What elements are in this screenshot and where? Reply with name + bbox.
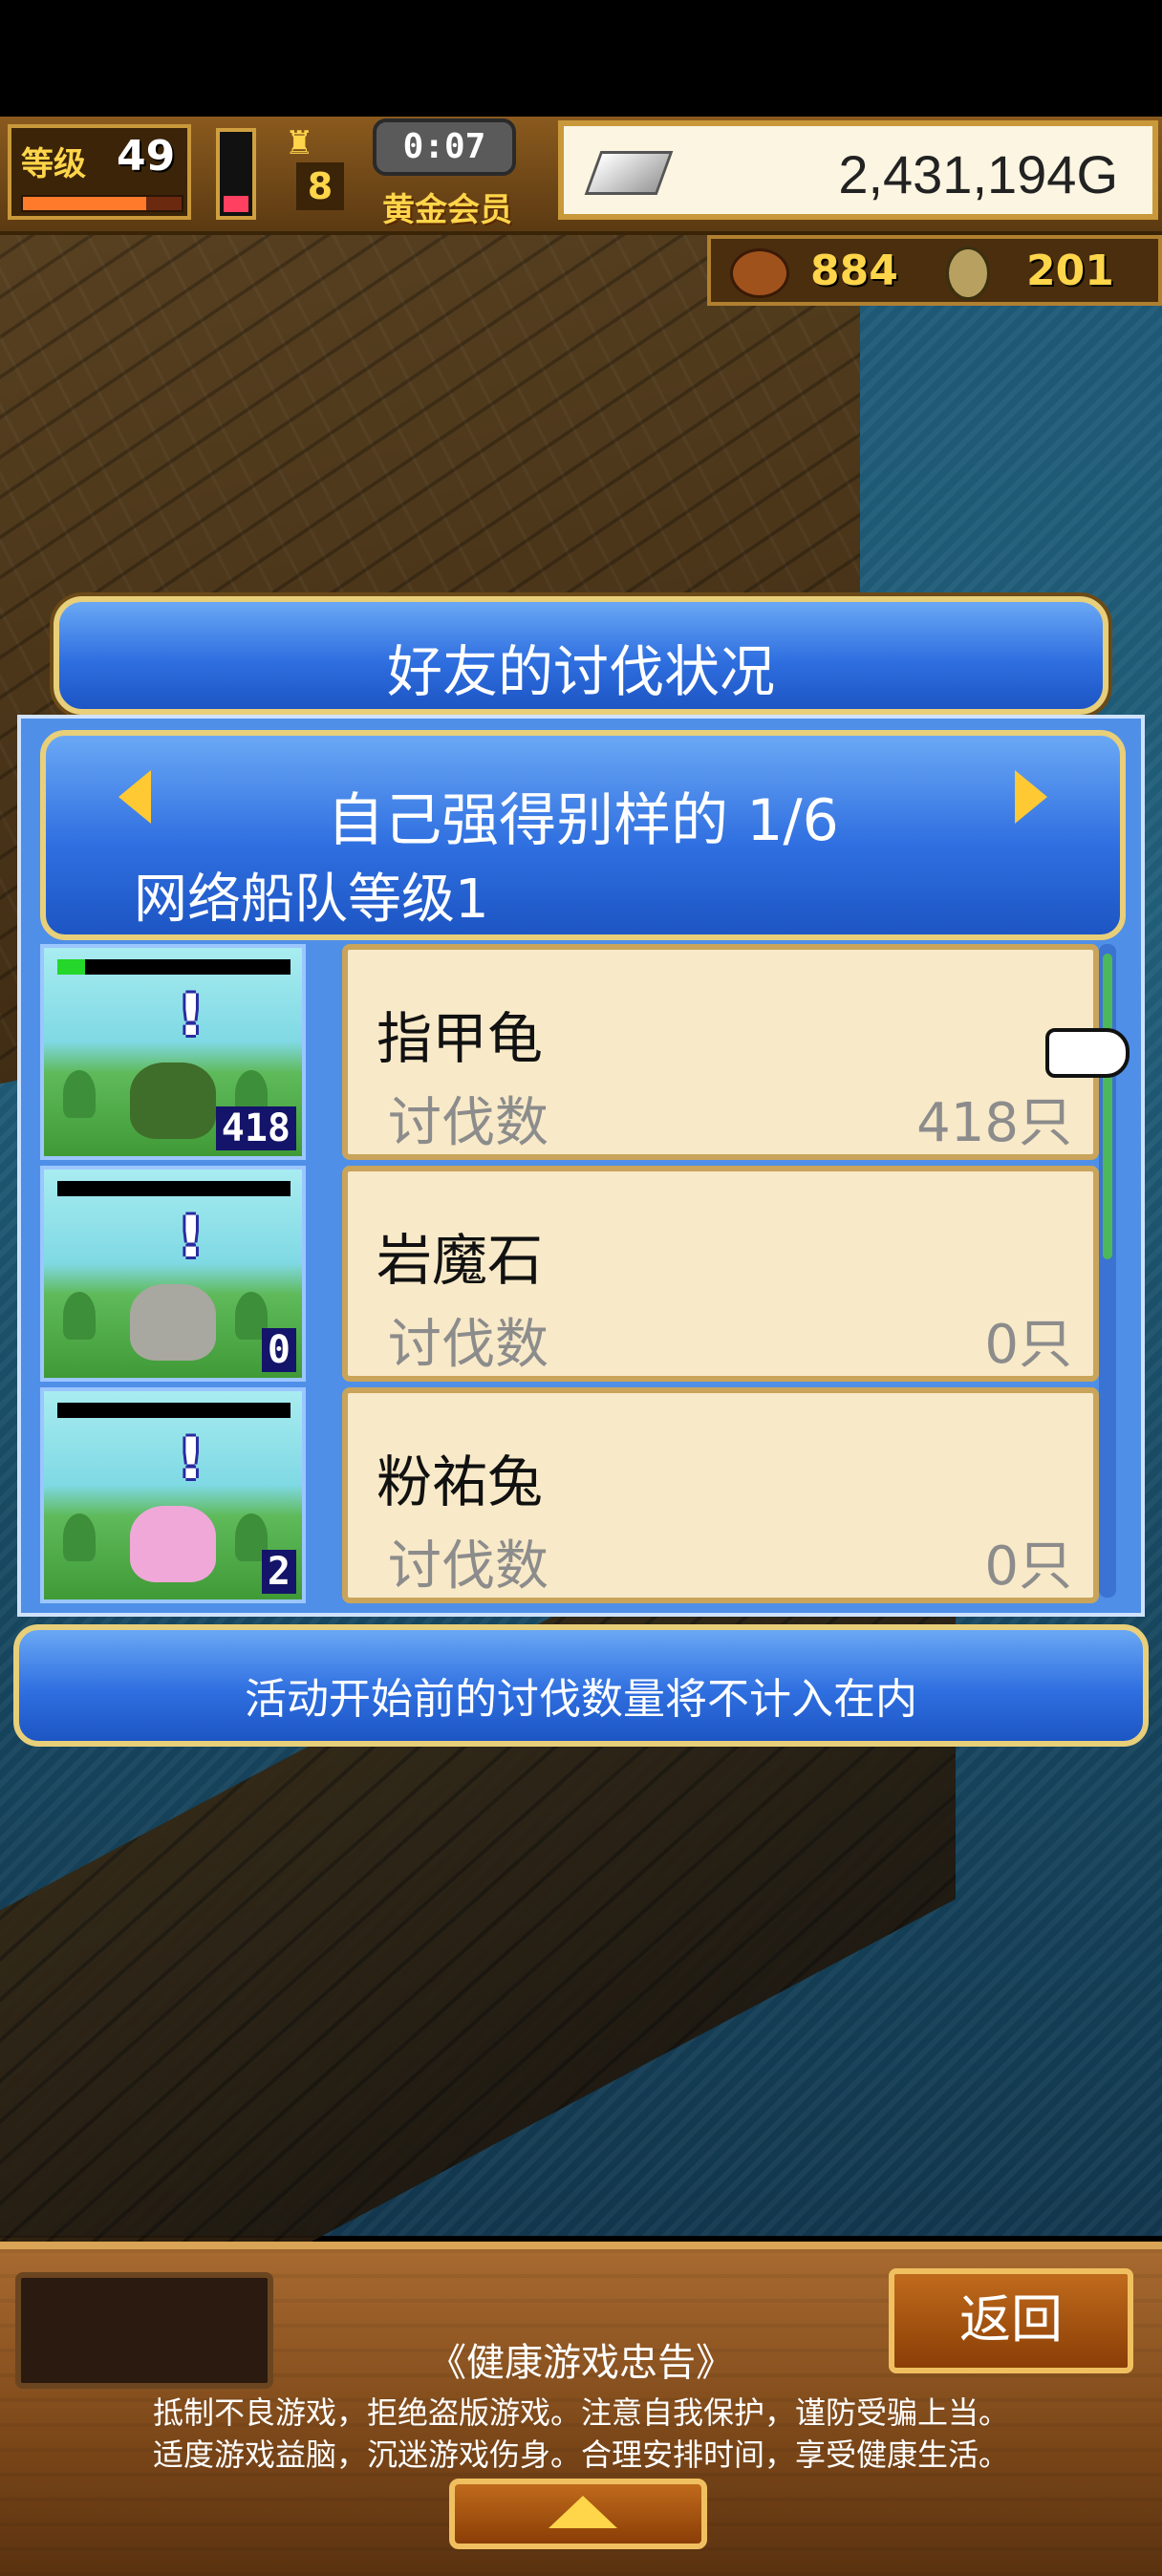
resource1-value: 884	[810, 247, 898, 295]
spiky-turtle-icon	[130, 1063, 216, 1139]
monster-name: 粉祐兔	[377, 1449, 544, 1514]
dialog-panel: 自己强得别样的 1/6 网络船队等级1 ! 418 指甲龟 讨伐数 418只 !…	[17, 715, 1145, 1617]
kill-count-label: 讨伐数	[388, 1314, 549, 1376]
subjugation-list[interactable]: ! 418 指甲龟 讨伐数 418只 ! 0 岩魔石 讨伐数 0只 ! 2 粉祐…	[40, 944, 1099, 1603]
monster-thumbnail: ! 418	[40, 944, 306, 1160]
scrollbar-thumb[interactable]	[1103, 954, 1112, 1259]
alert-icon: !	[178, 1204, 204, 1271]
stamina-gauge-fill	[224, 196, 248, 212]
kill-count-label: 讨伐数	[388, 1535, 549, 1598]
dialog-title-bar: 好友的讨伐状况	[54, 596, 1108, 715]
dialog-title: 好友的讨伐状况	[386, 639, 775, 704]
hp-bar	[57, 959, 290, 975]
fleet-level: 网络船队等级1	[134, 869, 489, 931]
gold-value: 2,431,194G	[838, 144, 1118, 204]
kill-count-label: 讨伐数	[388, 1092, 549, 1154]
kill-count-badge: 2	[261, 1550, 296, 1594]
resource-bar: 884 201	[707, 235, 1162, 306]
list-item[interactable]: ! 2 粉祐兔 讨伐数 0只	[40, 1387, 1099, 1605]
kill-count-value: 0只	[984, 1314, 1072, 1376]
gold-display[interactable]: 2,431,194G	[558, 120, 1158, 220]
hp-bar	[57, 1181, 290, 1196]
pointing-hand-cursor-icon	[1045, 1028, 1130, 1078]
rank-icon: ♜	[285, 124, 314, 162]
friend-header: 自己强得别样的 1/6 网络船队等级1	[40, 730, 1126, 940]
up-arrow-icon	[549, 2496, 617, 2528]
monster-thumbnail: ! 2	[40, 1387, 306, 1603]
level-box: 等级 49	[8, 124, 191, 220]
monster-card[interactable]: 粉祐兔 讨伐数 0只	[342, 1387, 1099, 1603]
list-item[interactable]: ! 0 岩魔石 讨伐数 0只	[40, 1166, 1099, 1384]
level-value: 49	[117, 132, 176, 181]
alert-icon: !	[178, 982, 204, 1049]
resource2-value: 201	[1026, 247, 1114, 295]
kill-count-badge: 418	[215, 1106, 296, 1150]
status-bar	[0, 0, 1162, 117]
exp-bar	[21, 195, 183, 212]
pink-rabbit-icon	[130, 1506, 216, 1582]
membership-label[interactable]: 黄金会员	[382, 183, 512, 230]
monster-name: 岩魔石	[377, 1228, 544, 1293]
monster-card[interactable]: 指甲龟 讨伐数 418只	[342, 944, 1099, 1160]
exp-bar-fill	[23, 197, 147, 210]
rank-box: ♜ 8	[277, 124, 373, 220]
stamina-gauge	[216, 128, 256, 220]
friend-name: 自己强得别样的 1/6	[327, 787, 839, 854]
tree-icon	[63, 1292, 96, 1340]
health-advice-line: 适度游戏益脑，沉迷游戏伤身。合理安排时间，享受健康生活。	[152, 2436, 1009, 2473]
meat-icon	[730, 248, 789, 298]
kill-count-value: 0只	[984, 1535, 1072, 1598]
list-item[interactable]: ! 418 指甲龟 讨伐数 418只	[40, 944, 1099, 1162]
level-label: 等级	[21, 145, 86, 183]
hp-bar	[57, 1403, 290, 1418]
kill-count-value: 418只	[916, 1092, 1072, 1154]
expand-menu-button[interactable]	[449, 2479, 707, 2549]
kill-count-badge: 0	[261, 1328, 296, 1372]
rock-golem-icon	[130, 1284, 216, 1361]
monster-thumbnail: ! 0	[40, 1166, 306, 1382]
rank-value: 8	[296, 162, 344, 210]
coin-icon	[946, 247, 990, 300]
health-advice-title: 《健康游戏忠告》	[428, 2341, 734, 2385]
notice-bar: 活动开始前的讨伐数量将不计入在内	[13, 1624, 1149, 1747]
timer: 0:07	[373, 118, 516, 176]
silver-bar-icon	[584, 151, 674, 195]
health-advice-line: 抵制不良游戏，拒绝盗版游戏。注意自我保护，谨防受骗上当。	[152, 2394, 1009, 2431]
notice-text: 活动开始前的讨伐数量将不计入在内	[245, 1675, 917, 1724]
alert-icon: !	[178, 1426, 204, 1492]
tree-icon	[63, 1513, 96, 1561]
monster-card[interactable]: 岩魔石 讨伐数 0只	[342, 1166, 1099, 1382]
monster-name: 指甲龟	[377, 1006, 544, 1071]
tree-icon	[63, 1070, 96, 1118]
hp-bar-fill	[57, 959, 86, 975]
